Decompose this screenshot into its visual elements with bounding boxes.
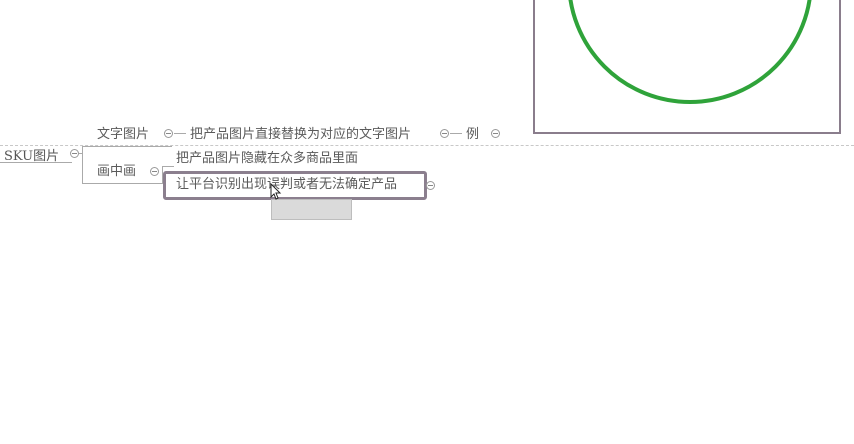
child-label: 把产品图片隐藏在众多商品里面 [176,151,359,166]
example-image-frame [533,0,841,134]
green-circle-graphic [568,0,812,104]
collapse-toggle-icon[interactable] [491,129,500,138]
child-node-misjudge[interactable]: 让平台识别出现误判或者无法确定产品 [176,177,397,193]
branch-node-picture-in-picture[interactable]: 画中画 [97,164,136,180]
grandchild-node-example[interactable]: 例 [466,127,479,143]
child-node-hide-in-products[interactable]: 把产品图片隐藏在众多商品里面 [176,151,358,167]
collapse-toggle-icon[interactable] [440,129,449,138]
collapse-toggle-icon[interactable] [150,167,159,176]
child-label: 让平台识别出现误判或者无法确定产品 [176,177,398,192]
child-label: 把产品图片直接替换为对应的文字图片 [190,127,412,142]
connector [174,133,186,134]
connector [162,166,174,167]
connector [82,146,83,184]
root-underline [0,162,72,163]
connector [450,133,462,134]
collapse-toggle-icon[interactable] [426,181,435,190]
branch-label: 文字图片 [97,127,150,142]
connector [82,146,172,147]
branch-label: 画中画 [97,164,137,179]
grandchild-label: 例 [466,127,480,142]
collapse-toggle-icon[interactable] [70,149,79,158]
drag-ghost-placeholder [271,199,352,220]
mouse-cursor-icon [270,183,282,200]
collapse-toggle-icon[interactable] [164,129,173,138]
branch-node-text-image[interactable]: 文字图片 [97,127,149,143]
child-node-replace-text-image[interactable]: 把产品图片直接替换为对应的文字图片 [190,127,411,143]
connector [82,183,162,184]
